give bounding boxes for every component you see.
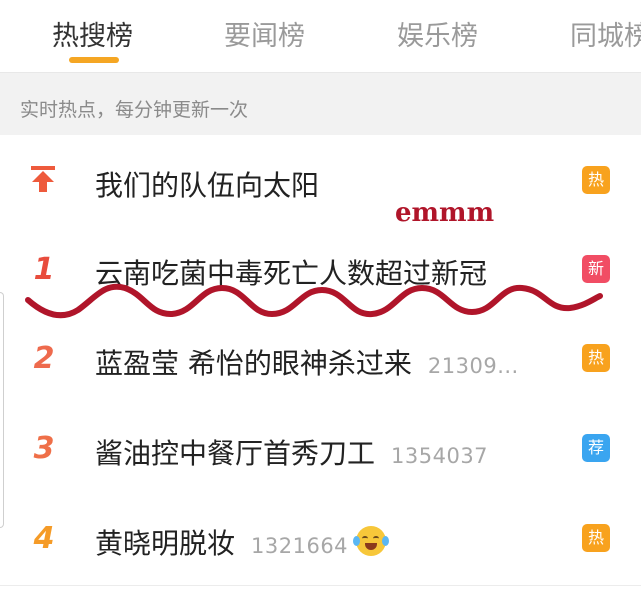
item-rank: 4 (33, 521, 55, 556)
item-title-line: 蓝盈莹 希怡的眼神杀过来 21309... (95, 342, 519, 382)
item-rank: 3 (33, 431, 55, 466)
window-edge (0, 292, 4, 528)
tab-hot-search[interactable]: 热搜榜 (52, 14, 133, 53)
item-title: 黄晓明脱妆 (95, 527, 236, 560)
crying-laughing-emoji-icon (353, 526, 390, 556)
list-item[interactable]: 4 黄晓明脱妆 1321664 热 (0, 495, 641, 586)
wavy-underline-scribble (25, 283, 603, 319)
tab-entertainment[interactable]: 娱乐榜 (397, 14, 478, 53)
item-heat-count: 1321664 (251, 534, 349, 558)
hot-badge: 热 (582, 344, 610, 372)
list-subheader: 实时热点，每分钟更新一次 (0, 72, 641, 136)
hot-badge: 热 (582, 166, 610, 194)
item-title: 蓝盈莹 希怡的眼神杀过来 (95, 347, 412, 380)
item-title: 我们的队伍向太阳 (95, 169, 320, 202)
subheader-text: 实时热点，每分钟更新一次 (20, 99, 249, 121)
list-item[interactable]: 3 酱油控中餐厅首秀刀工 1354037 荐 (0, 405, 641, 496)
hot-badge: 热 (582, 524, 610, 552)
tab-bar: 热搜榜 要闻榜 娱乐榜 同城榜 (0, 0, 641, 72)
tab-news[interactable]: 要闻榜 (224, 14, 305, 53)
tab-local[interactable]: 同城榜 (570, 14, 641, 53)
item-heat-count: 1354037 (391, 444, 489, 468)
handwritten-annotation: emmm (395, 198, 495, 228)
item-rank: 2 (33, 341, 55, 376)
item-heat-count: 21309... (427, 354, 519, 378)
item-title-line: 酱油控中餐厅首秀刀工 1354037 (95, 432, 488, 472)
item-title: 酱油控中餐厅首秀刀工 (95, 437, 376, 470)
item-title-line: 黄晓明脱妆 1321664 (95, 522, 390, 562)
pin-top-arrow-icon (31, 166, 55, 192)
active-tab-indicator (69, 57, 119, 63)
recommend-badge: 荐 (582, 434, 610, 462)
list-item[interactable]: 我们的队伍向太阳 热 (0, 135, 641, 226)
